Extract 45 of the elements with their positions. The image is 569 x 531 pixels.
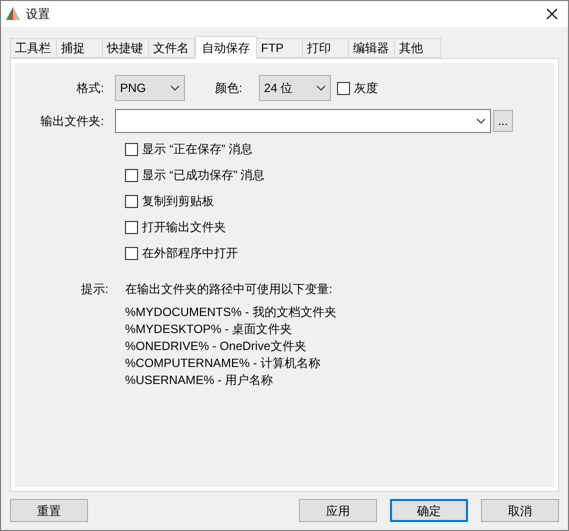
window-title: 设置 xyxy=(26,6,50,23)
tab[interactable]: 捕捉 xyxy=(56,38,103,58)
browse-button[interactable]: ... xyxy=(493,110,513,132)
output-folder-field[interactable] xyxy=(115,109,491,133)
tab[interactable]: 文件名 xyxy=(148,38,195,58)
tab[interactable]: 编辑器 xyxy=(348,38,395,58)
dialog-button[interactable]: 取消 xyxy=(481,499,559,522)
color-dropdown[interactable]: 24 位 xyxy=(259,75,331,101)
tab[interactable]: 自动保存 xyxy=(195,36,257,59)
dialog-button[interactable]: 确定 xyxy=(390,499,468,522)
tab[interactable]: 快捷键 xyxy=(102,38,149,58)
option-label: 复制到剪贴板 xyxy=(142,193,214,210)
hint-label: 提示: xyxy=(80,281,110,298)
variable-line: %MYDESKTOP% - 桌面文件夹 xyxy=(125,321,294,338)
option-label: 在外部程序中打开 xyxy=(142,245,238,262)
chevron-down-icon xyxy=(170,85,180,91)
dialog-button[interactable]: 重置 xyxy=(10,499,88,522)
checkbox[interactable] xyxy=(125,142,138,156)
option-label: 打开输出文件夹 xyxy=(142,219,226,236)
checkbox[interactable] xyxy=(337,82,350,94)
tab[interactable]: FTP xyxy=(256,38,303,58)
dialog-button[interactable]: 应用 xyxy=(299,499,377,522)
app-logo-icon xyxy=(5,6,21,22)
variable-line: %USERNAME% - 用户名称 xyxy=(125,372,274,389)
grayscale-label: 灰度 xyxy=(354,80,378,97)
checkbox[interactable] xyxy=(125,194,138,208)
tab[interactable]: 打印 xyxy=(302,38,349,58)
hint-intro: 在输出文件夹的路径中可使用以下变量: xyxy=(125,281,334,298)
checkbox[interactable] xyxy=(125,220,138,234)
checkbox[interactable] xyxy=(125,246,138,260)
variable-line: %COMPUTERNAME% - 计算机名称 xyxy=(125,355,322,372)
chevron-down-icon xyxy=(476,118,486,124)
close-icon[interactable] xyxy=(546,8,558,20)
variable-line: %MYDOCUMENTS% - 我的文档文件夹 xyxy=(125,304,336,321)
color-label: 颜色: xyxy=(215,80,244,97)
option-label: 显示 “已成功保存” 消息 xyxy=(142,167,265,184)
format-dropdown[interactable]: PNG xyxy=(115,75,185,101)
tab[interactable]: 工具栏 xyxy=(10,38,57,58)
chevron-down-icon xyxy=(316,85,326,91)
variable-line: %ONEDRIVE% - OneDrive文件夹 xyxy=(125,338,308,355)
output-folder-label: 输出文件夹: xyxy=(40,113,105,130)
option-label: 显示 “正在保存” 消息 xyxy=(142,141,253,158)
tab[interactable]: 其他 xyxy=(394,38,441,58)
checkbox[interactable] xyxy=(125,168,138,182)
format-label: 格式: xyxy=(76,80,105,97)
